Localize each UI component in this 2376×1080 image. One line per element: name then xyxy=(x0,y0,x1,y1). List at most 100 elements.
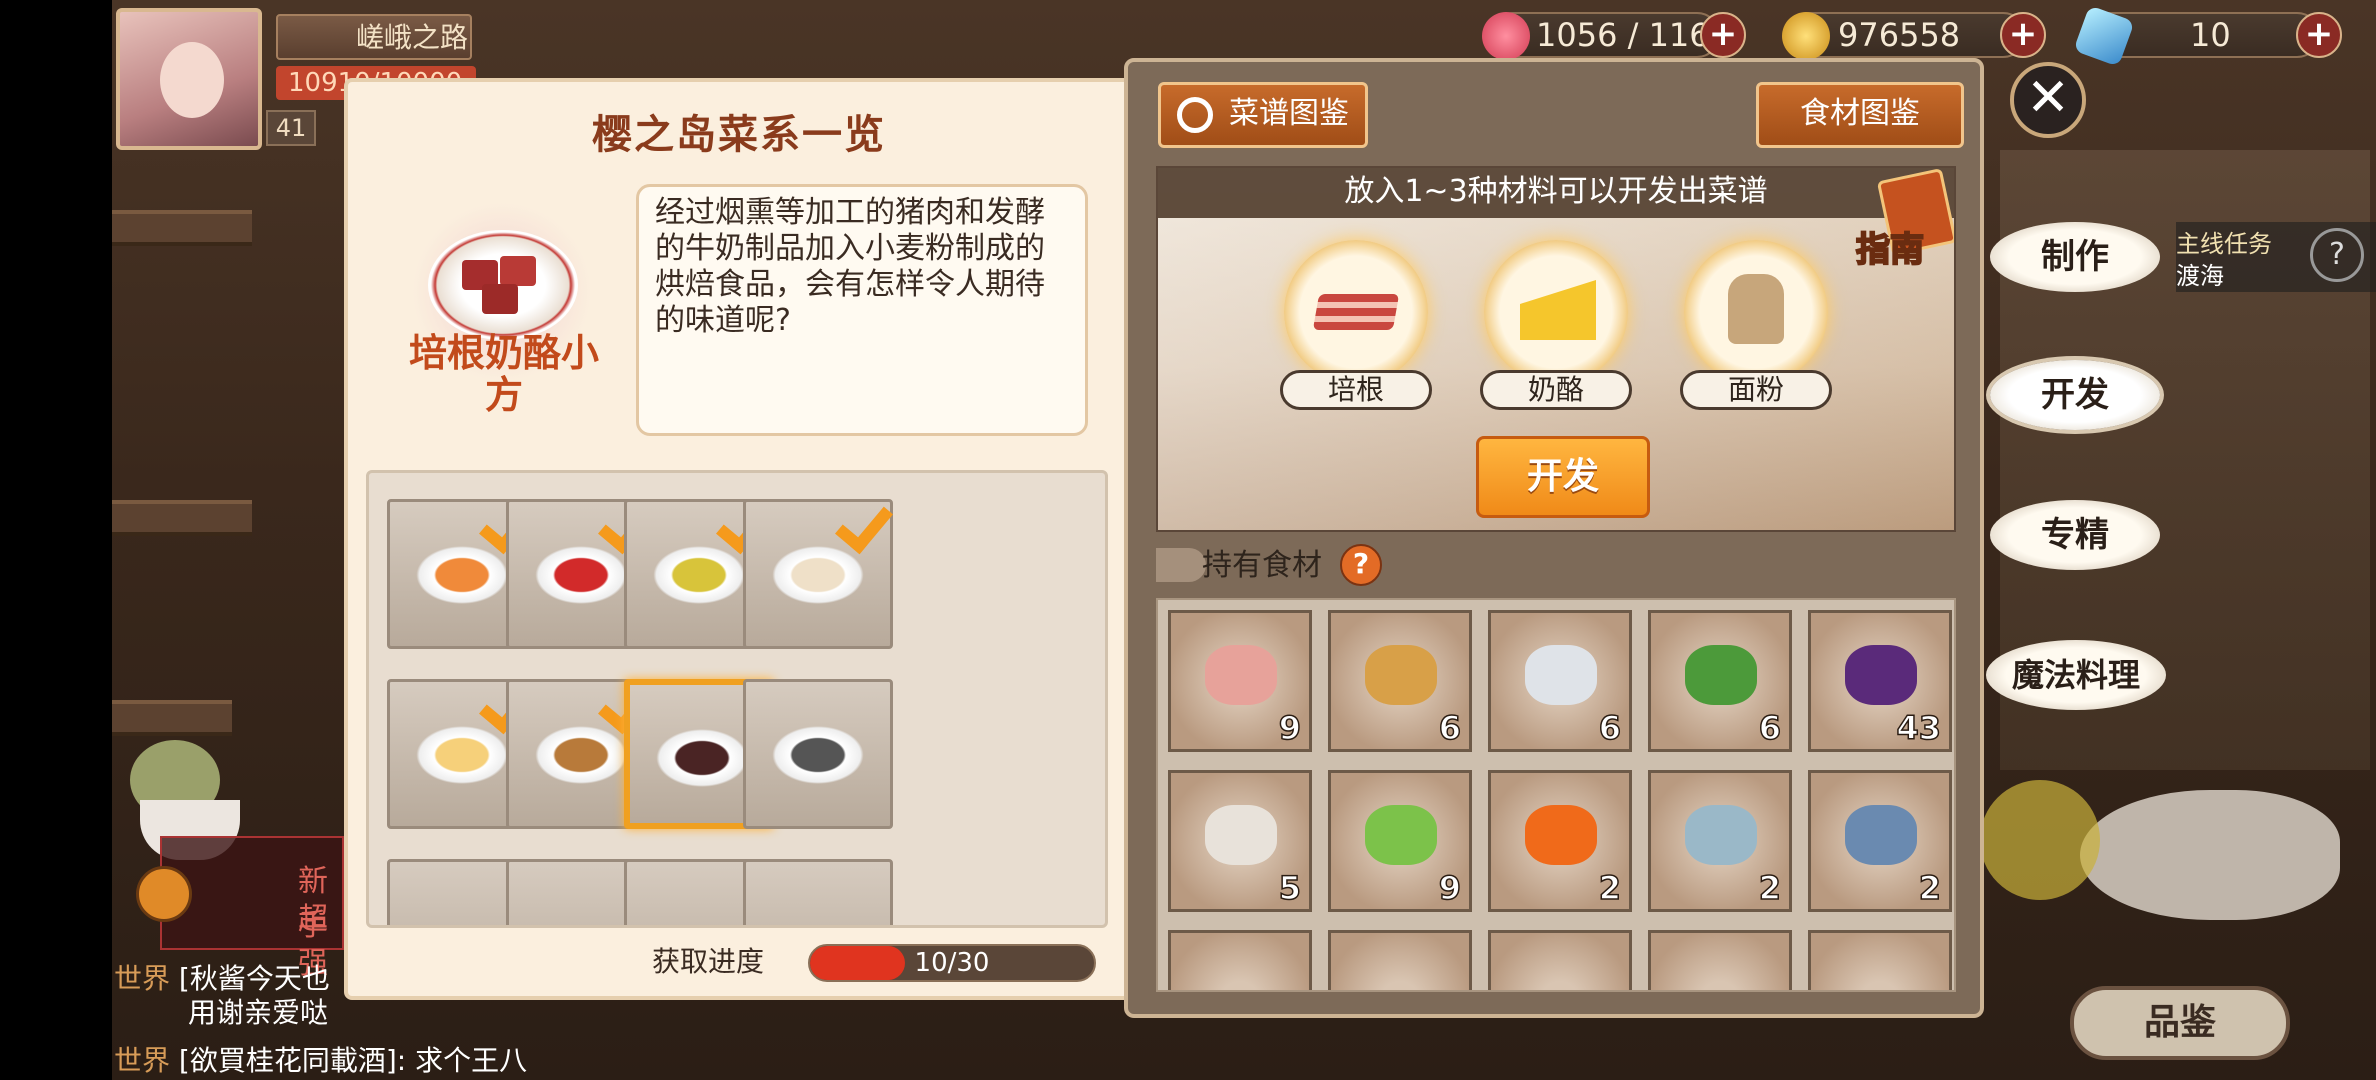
chat-message: [欲買桂花同載酒]: 求个王八 xyxy=(178,1044,528,1077)
ingredient-cell[interactable] xyxy=(1488,930,1632,990)
close-icon[interactable]: ✕ xyxy=(2010,62,2086,138)
recipe-book-button[interactable]: 菜谱图鉴 xyxy=(1158,82,1368,148)
gem-counter: 10 xyxy=(2073,5,2320,67)
development-hint: 放入1~3种材料可以开发出菜谱 xyxy=(1158,168,1954,218)
gold-counter: 976558 xyxy=(1782,12,2026,60)
ingredient-quantity: 6 xyxy=(1758,708,1782,748)
recipe-book-label: 菜谱图鉴 xyxy=(1229,96,1349,131)
selected-dish-name: 培根奶酪小方 xyxy=(408,331,599,417)
ingredient-quantity: 6 xyxy=(1598,708,1622,748)
bacon-icon xyxy=(1312,294,1400,330)
lettuce-icon xyxy=(1365,805,1437,865)
ingredient-quantity: 43 xyxy=(1896,708,1942,748)
development-area: 放入1~3种材料可以开发出菜谱 指南 培根 奶酪 面粉 开发 xyxy=(1156,166,1956,532)
squid-icon xyxy=(1525,645,1597,705)
cheese-icon xyxy=(1520,280,1596,340)
stamina-value: 1056 / 116 xyxy=(1536,16,1710,54)
collection-progress-bar: 10/30 xyxy=(808,944,1096,982)
ingredient-slot-1-label: 培根 xyxy=(1280,370,1432,410)
gold-coin-icon xyxy=(1782,12,1830,60)
recipe-cell[interactable] xyxy=(742,679,893,829)
ingredient-cell[interactable] xyxy=(1808,930,1952,990)
ingredient-book-button[interactable]: 食材图鉴 xyxy=(1756,82,1964,148)
quest-title: 主线任务 xyxy=(2176,230,2272,258)
ingredient-cell[interactable]: 2 xyxy=(1648,770,1792,912)
ingredient-slot-3[interactable] xyxy=(1684,240,1828,384)
specialize-tab[interactable]: 专精 xyxy=(1990,500,2160,570)
ingredient-cell[interactable]: 5 xyxy=(1168,770,1312,912)
flour-sack-icon xyxy=(1728,274,1784,344)
quest-tracker[interactable]: 主线任务 渡海 ? xyxy=(2176,222,2376,292)
shelf xyxy=(112,210,252,246)
magic-cooking-tab[interactable]: 魔法料理 xyxy=(1986,640,2166,710)
ingredient-cell[interactable]: 6 xyxy=(1648,610,1792,752)
recipe-grid xyxy=(366,470,1108,928)
quest-help-icon[interactable]: ? xyxy=(2310,228,2364,282)
ingredient-cell[interactable] xyxy=(1648,930,1792,990)
shelf xyxy=(112,500,252,536)
ingredient-cell[interactable]: 2 xyxy=(1808,770,1952,912)
develop-button[interactable]: 开发 xyxy=(1476,436,1650,518)
chat-line-3[interactable]: 世界 [欲買桂花同載酒]: 求个王八 xyxy=(114,1044,527,1078)
dish-description: 经过烟熏等加工的猪肉和发酵的牛奶制品加入小麦粉制成的烘焙食品，会有怎样令人期待的… xyxy=(636,184,1088,436)
gem-value: 10 xyxy=(2190,16,2231,54)
ingredient-quantity: 9 xyxy=(1438,868,1462,908)
ingredient-quantity: 2 xyxy=(1598,868,1622,908)
chat-line-1[interactable]: 世界 [秋酱今天也 xyxy=(114,962,330,996)
cucumber-icon xyxy=(1685,645,1757,705)
recipe-grid-items xyxy=(369,473,1105,925)
develop-tab[interactable]: 开发 xyxy=(1990,360,2160,430)
stamina-counter: 1056 / 116 xyxy=(1482,12,1720,60)
event-icon[interactable] xyxy=(136,866,192,922)
quest-name: 渡海 xyxy=(2176,262,2224,290)
screen-notch-bar xyxy=(0,0,112,1080)
recipe-cell[interactable] xyxy=(742,499,893,649)
ingredient-cell[interactable]: 9 xyxy=(1328,770,1472,912)
carrot-icon xyxy=(1525,805,1597,865)
ingredient-cell[interactable]: 6 xyxy=(1488,610,1632,752)
fish-decoration xyxy=(2080,790,2340,920)
make-tab[interactable]: 制作 xyxy=(1990,222,2160,292)
progress-text: 10/30 xyxy=(914,948,990,978)
bacon-cheese-cube-icon xyxy=(428,230,578,340)
help-icon[interactable]: ? xyxy=(1340,544,1382,586)
chat-line-2[interactable]: 用谢亲爱哒 xyxy=(188,996,328,1030)
ingredient-cell[interactable]: 2 xyxy=(1488,770,1632,912)
add-gold-button[interactable]: + xyxy=(2000,12,2046,58)
oyster-icon xyxy=(1205,805,1277,865)
ingredient-slot-1[interactable] xyxy=(1284,240,1428,384)
ingredient-cell[interactable] xyxy=(1328,930,1472,990)
ingredient-cell[interactable]: 9 xyxy=(1168,610,1312,752)
chat-channel: 世界 xyxy=(114,962,171,995)
ingredient-slot-2[interactable] xyxy=(1484,240,1628,384)
guide-label[interactable]: 指南 xyxy=(1855,222,1925,271)
chat-channel: 世界 xyxy=(114,1044,171,1077)
bacon-icon xyxy=(1205,645,1277,705)
ingredient-inventory: 9 6 6 6 43 5 9 2 2 2 xyxy=(1156,598,1956,992)
ingredient-cell[interactable]: 6 xyxy=(1328,610,1472,752)
ingredient-quantity: 6 xyxy=(1438,708,1462,748)
inventory-items: 9 6 6 6 43 5 9 2 2 2 xyxy=(1158,600,1954,990)
ingredient-cell[interactable]: 43 xyxy=(1808,610,1952,752)
avatar-face xyxy=(160,42,224,118)
ingredient-quantity: 2 xyxy=(1758,868,1782,908)
player-avatar[interactable] xyxy=(116,8,262,150)
shelf xyxy=(112,700,232,736)
gold-value: 976558 xyxy=(1838,16,1961,54)
chat-message: [秋酱今天也 xyxy=(178,962,330,995)
checkmark-icon xyxy=(834,494,892,552)
panel-title: 樱之岛菜系一览 xyxy=(592,112,886,158)
heart-icon xyxy=(1482,12,1530,60)
appraise-button[interactable]: 品鉴 xyxy=(2070,986,2290,1060)
ingredient-cell[interactable] xyxy=(1168,930,1312,990)
potato-icon xyxy=(1365,645,1437,705)
ingredient-slot-2-label: 奶酪 xyxy=(1480,370,1632,410)
recipe-cell-partial[interactable] xyxy=(742,859,893,925)
owned-label-tab xyxy=(1156,548,1206,582)
ingredient-quantity: 2 xyxy=(1918,868,1942,908)
add-gems-button[interactable]: + xyxy=(2296,12,2342,58)
add-stamina-button[interactable]: + xyxy=(1700,12,1746,58)
unknown-dish-icon xyxy=(765,722,870,788)
owned-ingredients-label: 持有食材 xyxy=(1202,548,1322,583)
ingredient-quantity: 5 xyxy=(1278,868,1302,908)
